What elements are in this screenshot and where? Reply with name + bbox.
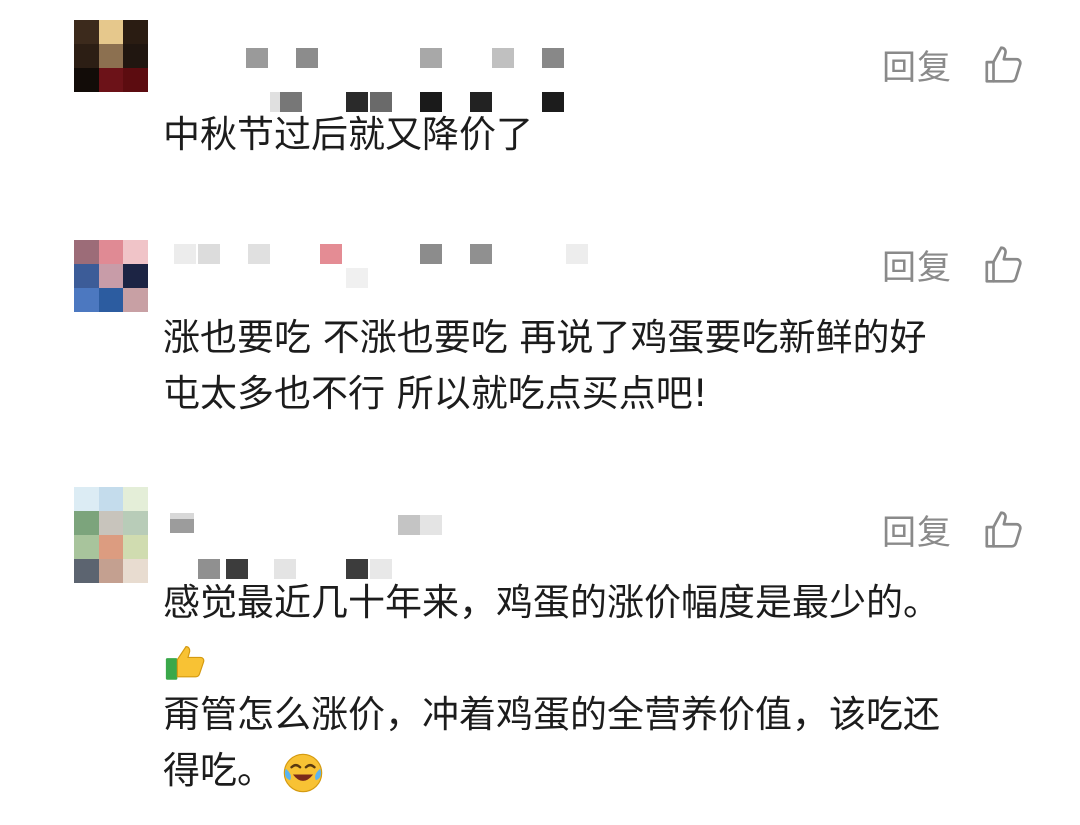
reply-button[interactable]: 回复 [882, 40, 952, 89]
comment-text-line: 甭管怎么涨价，冲着鸡蛋的全营养价值，该吃还 [163, 693, 940, 736]
comment-emoji-line [163, 631, 1020, 687]
reply-button[interactable]: 回复 [882, 240, 952, 289]
username-mosaic[interactable] [170, 240, 590, 320]
thumbs-up-emoji-icon [165, 645, 205, 680]
comment-text: 感觉最近几十年来，鸡蛋的涨价幅度是最少的。 甭管怎么涨价，冲着鸡蛋的全营养价值，… [163, 575, 1020, 799]
username-mosaic[interactable] [170, 505, 590, 585]
comment-text-line-with-emoji: 得吃。 [163, 743, 1020, 799]
comment-text-fragment: 得吃。 [163, 749, 274, 792]
avatar[interactable] [74, 240, 148, 336]
comment-actions: 回复 [882, 505, 1028, 554]
comment-text-line: 感觉最近几十年来，鸡蛋的涨价幅度是最少的。 [163, 581, 940, 624]
comment-item: 回复 涨也要吃 不涨也要吃 再说了鸡蛋要吃新鲜的好 屯太多也不行 所以就吃点买点… [0, 200, 1080, 465]
comment-text-line: 中秋节过后就又降价了 [163, 113, 533, 156]
comment-item: 回复 中秋节过后就又降价了 [0, 0, 1080, 200]
comment-text: 涨也要吃 不涨也要吃 再说了鸡蛋要吃新鲜的好 屯太多也不行 所以就吃点买点吧! [163, 310, 1020, 422]
comment-item: 回复 感觉最近几十年来，鸡蛋的涨价幅度是最少的。 甭管怎么涨价，冲着鸡蛋的全营养… [0, 465, 1080, 825]
crying-laughing-emoji-icon [283, 753, 323, 792]
avatar[interactable] [74, 20, 148, 116]
thumbs-up-icon[interactable] [982, 42, 1028, 88]
reply-button[interactable]: 回复 [882, 505, 952, 554]
comment-text-line: 屯太多也不行 所以就吃点买点吧! [163, 372, 708, 415]
comment-text: 中秋节过后就又降价了 [163, 107, 1020, 163]
comment-actions: 回复 [882, 40, 1028, 89]
thumbs-up-icon[interactable] [982, 507, 1028, 553]
comment-actions: 回复 [882, 240, 1028, 289]
comment-text-line: 涨也要吃 不涨也要吃 再说了鸡蛋要吃新鲜的好 [163, 316, 927, 359]
avatar[interactable] [74, 487, 148, 583]
thumbs-up-icon[interactable] [982, 242, 1028, 288]
